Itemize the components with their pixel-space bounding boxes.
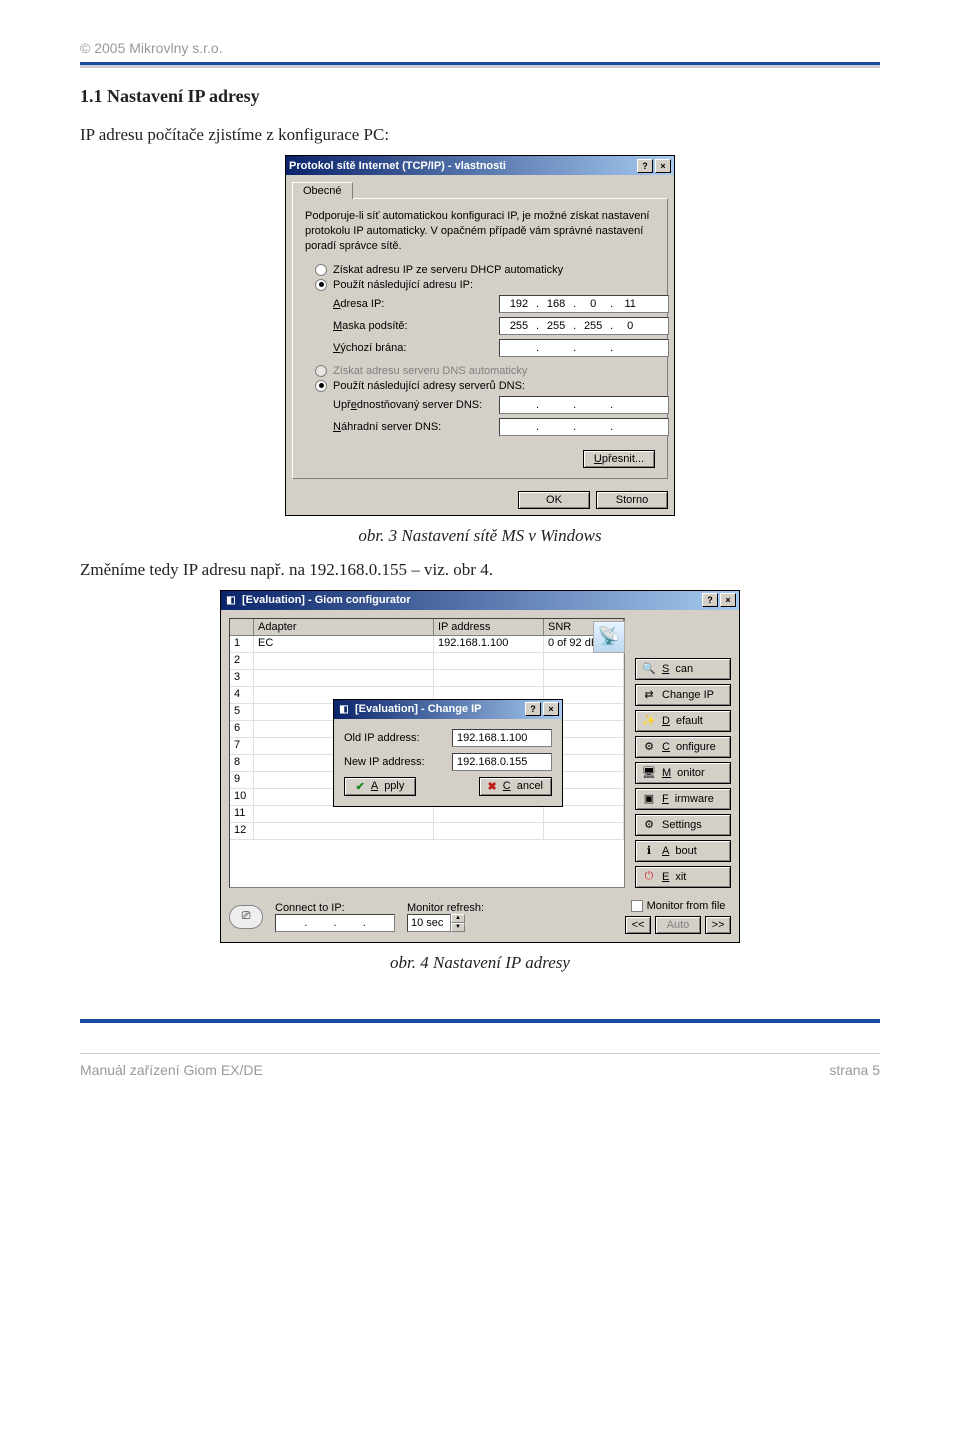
table-row[interactable]: 12 [230, 823, 624, 840]
gears-icon: ⚙ [642, 740, 656, 754]
refresh-label: Monitor refresh: [407, 902, 484, 914]
new-ip-label: New IP address: [344, 756, 444, 768]
x-icon: ✖ [488, 780, 497, 793]
chip-icon: ▣ [642, 792, 656, 806]
label-dns1: Upřednostňovaný server DNS: [333, 399, 493, 411]
apply-button[interactable]: ✔Apply [344, 777, 416, 796]
new-ip-field[interactable] [452, 753, 552, 771]
radio-dns-auto-label: Získat adresu serveru DNS automaticky [333, 365, 527, 377]
col-adapter[interactable]: Adapter [254, 619, 434, 635]
scan-button[interactable]: 🔍Scan [635, 658, 731, 680]
radio-dns-manual[interactable]: Použít následující adresy serverů DNS: [315, 380, 655, 392]
plug-icon: ⎚ [229, 905, 263, 929]
next-button[interactable]: >> [705, 916, 731, 934]
label-ip: AAdresa IP:dresa IP: [333, 298, 493, 310]
magnifier-icon: 🔍 [642, 662, 656, 676]
power-icon: ⏻ [642, 870, 656, 884]
gateway-field[interactable]: ... [499, 339, 669, 357]
prev-button[interactable]: << [625, 916, 651, 934]
radio-dns-manual-label: Použít následující adresy serverů DNS: [333, 380, 525, 392]
swap-icon: ⇄ [642, 688, 656, 702]
table-row[interactable]: 1 EC 192.168.1.100 0 of 92 dB [230, 636, 624, 653]
footer-right: strana 5 [829, 1062, 880, 1078]
footer-left: Manuál zařízení Giom EX/DE [80, 1062, 263, 1078]
cancel-button[interactable]: Storno [596, 491, 668, 509]
monitor-file-checkbox[interactable] [631, 900, 643, 912]
tab-general[interactable]: Obecné [292, 182, 353, 199]
dns1-field[interactable]: ... [499, 396, 669, 414]
connect-label: Connect to IP: [275, 902, 395, 914]
table-row[interactable]: 11 [230, 806, 624, 823]
tcpip-dialog: Protokol sítě Internet (TCP/IP) - vlastn… [285, 155, 675, 516]
tcpip-titlebar: Protokol sítě Internet (TCP/IP) - vlastn… [286, 156, 674, 175]
radio-dhcp-label: Získat adresu IP ze serveru DHCP automat… [333, 264, 563, 276]
check-icon: ✔ [356, 780, 365, 793]
monitor-button[interactable]: 🖥Monitor [635, 762, 731, 784]
tcpip-title: Protokol sítě Internet (TCP/IP) - vlastn… [289, 160, 506, 172]
info-icon: ℹ [642, 844, 656, 858]
ip-address-field[interactable]: 192. 168. 0. 11 [499, 295, 669, 313]
radio-static-ip-label: Použít následující adresu IP: [333, 279, 473, 291]
radio-dns-auto: Získat adresu serveru DNS automaticky [315, 365, 655, 377]
tcpip-description: Podporuje-li síť automatickou konfigurac… [305, 209, 655, 254]
settings-button[interactable]: ⚙Settings [635, 814, 731, 836]
giom-titlebar: ◧ [Evaluation] - Giom configurator ? × [221, 591, 739, 610]
figure3-caption: obr. 3 Nastavení sítě MS v Windows [80, 526, 880, 546]
ok-button[interactable]: OK [518, 491, 590, 509]
refresh-spinner[interactable]: ▲▼ [407, 914, 465, 932]
default-button[interactable]: ✨Default [635, 710, 731, 732]
radio-static-ip[interactable]: Použít následující adresu IP: [315, 279, 655, 291]
change-ip-titlebar: ◧ [Evaluation] - Change IP ? × [334, 700, 562, 719]
change-ip-dialog: ◧ [Evaluation] - Change IP ? × Old IP ad… [333, 699, 563, 807]
close-icon[interactable]: × [543, 702, 559, 716]
help-icon[interactable]: ? [702, 593, 718, 607]
help-icon[interactable]: ? [637, 159, 653, 173]
gear-icon: ⚙ [642, 818, 656, 832]
label-dns2: Náhradní server DNS: [333, 421, 493, 433]
subnet-mask-field[interactable]: 255. 255. 255. 0 [499, 317, 669, 335]
table-row[interactable]: 2 [230, 653, 624, 670]
advanced-button[interactable]: Upřesnit... [583, 450, 655, 468]
firmware-button[interactable]: ▣Firmware [635, 788, 731, 810]
change-ip-title: [Evaluation] - Change IP [355, 703, 482, 715]
mid-text: Změníme tedy IP adresu např. na 192.168.… [80, 560, 880, 580]
intro-text: IP adresu počítače zjistíme z konfigurac… [80, 125, 880, 145]
footer-rule [80, 1019, 880, 1023]
figure4-caption: obr. 4 Nastavení IP adresy [80, 953, 880, 973]
copyright-line: © 2005 Mikrovlny s.r.o. [80, 40, 880, 56]
dns2-field[interactable]: ... [499, 418, 669, 436]
table-row[interactable]: 3 [230, 670, 624, 687]
old-ip-field[interactable] [452, 729, 552, 747]
label-mask: Maska podsítě: [333, 320, 493, 332]
app-icon: ◧ [337, 702, 351, 716]
radio-dhcp[interactable]: Získat adresu IP ze serveru DHCP automat… [315, 264, 655, 276]
change-ip-button[interactable]: ⇄Change IP [635, 684, 731, 706]
auto-button: Auto [655, 916, 701, 934]
satellite-icon: 📡 [593, 621, 625, 653]
giom-title: [Evaluation] - Giom configurator [242, 594, 411, 606]
chevron-up-icon[interactable]: ▲ [451, 914, 465, 923]
col-n[interactable] [230, 619, 254, 635]
cancel-button[interactable]: ✖Cancel [479, 777, 552, 796]
configure-button[interactable]: ⚙Configure [635, 736, 731, 758]
col-ip[interactable]: IP address [434, 619, 544, 635]
help-icon[interactable]: ? [525, 702, 541, 716]
section-title: 1.1 Nastavení IP adresy [80, 86, 880, 107]
close-icon[interactable]: × [720, 593, 736, 607]
monitor-file-label: Monitor from file [647, 900, 726, 912]
header-rule [80, 62, 880, 68]
monitor-icon: 🖥 [642, 766, 656, 780]
label-gateway: Výchozí brána: [333, 342, 493, 354]
chevron-down-icon[interactable]: ▼ [451, 923, 465, 932]
app-icon: ◧ [224, 593, 238, 607]
about-button[interactable]: ℹAbout [635, 840, 731, 862]
wand-icon: ✨ [642, 714, 656, 728]
exit-button[interactable]: ⏻Exit [635, 866, 731, 888]
close-icon[interactable]: × [655, 159, 671, 173]
old-ip-label: Old IP address: [344, 732, 444, 744]
connect-ip-field[interactable]: ... [275, 914, 395, 932]
giom-dialog: ◧ [Evaluation] - Giom configurator ? × 📡… [220, 590, 740, 943]
